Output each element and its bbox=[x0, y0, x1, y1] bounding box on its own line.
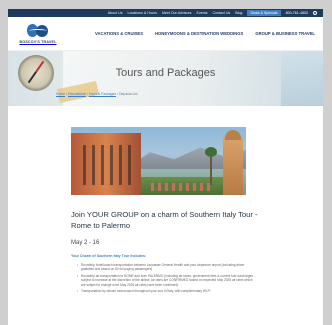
list-item: Roundtrip air transportation to ROME and… bbox=[77, 274, 256, 287]
topbar-link-advisors[interactable]: Meet Our Advisors bbox=[162, 11, 192, 15]
topbar-link-blog[interactable]: Blog bbox=[235, 11, 242, 15]
trip-title: Join YOUR GROUP on a charm of Southern I… bbox=[71, 210, 258, 230]
page: About Us Locations & Hours Meet Our Advi… bbox=[8, 9, 323, 325]
hero-banner: Tours and Packages Home › Educational › … bbox=[8, 51, 323, 106]
topbar-link-about[interactable]: About Us bbox=[108, 11, 123, 15]
nav-group-business[interactable]: GROUP & BUSINESS TRAVEL bbox=[255, 31, 315, 36]
page-title: Tours and Packages bbox=[115, 67, 216, 79]
nav-vacations-cruises[interactable]: VACATIONS & CRUISES bbox=[95, 31, 143, 36]
nav-honeymoons-weddings[interactable]: HONEYMOONS & DESTINATION WEDDINGS bbox=[155, 31, 243, 36]
phone-link[interactable]: 800-761-4800 bbox=[286, 11, 308, 15]
breadcrumb-educational[interactable]: Educational bbox=[68, 92, 86, 96]
trip-dates: May 2 - 16 bbox=[71, 240, 100, 246]
logo-text: BOSCOV'S TRAVEL bbox=[19, 40, 57, 44]
site-header: BOSCOV'S TRAVEL VACATIONS & CRUISES HONE… bbox=[8, 17, 323, 51]
breadcrumb-home[interactable]: Home bbox=[56, 92, 65, 96]
search-icon[interactable] bbox=[313, 11, 317, 15]
topbar-link-events[interactable]: Events bbox=[196, 11, 207, 15]
breadcrumb: Home › Educational › Tours & Packages › … bbox=[56, 92, 137, 96]
includes-list: Roundtrip Hotel/coach transportation bet… bbox=[71, 263, 256, 294]
topbar-link-locations[interactable]: Locations & Hours bbox=[128, 11, 157, 15]
topbar-link-contact[interactable]: Contact Us bbox=[212, 11, 230, 15]
main-content: Join YOUR GROUP on a charm of Southern I… bbox=[8, 106, 323, 294]
southern-italy-photo bbox=[71, 127, 246, 195]
breadcrumb-tours[interactable]: Tours & Packages bbox=[89, 92, 116, 96]
logo[interactable]: BOSCOV'S TRAVEL bbox=[20, 23, 56, 44]
deals-button[interactable]: Deals & Specials bbox=[247, 10, 281, 16]
breadcrumb-current: Depaula Ltd bbox=[119, 92, 138, 96]
globe-logo-icon bbox=[25, 23, 51, 39]
main-nav: VACATIONS & CRUISES HONEYMOONS & DESTINA… bbox=[95, 31, 315, 36]
list-item: Transportation by deluxe motorcoach thro… bbox=[77, 289, 256, 294]
includes-heading: Your Charm of Southern Italy Tour Includ… bbox=[71, 254, 147, 258]
list-item: Roundtrip Hotel/coach transportation bet… bbox=[77, 263, 256, 272]
top-utility-bar: About Us Locations & Hours Meet Our Advi… bbox=[8, 9, 323, 17]
